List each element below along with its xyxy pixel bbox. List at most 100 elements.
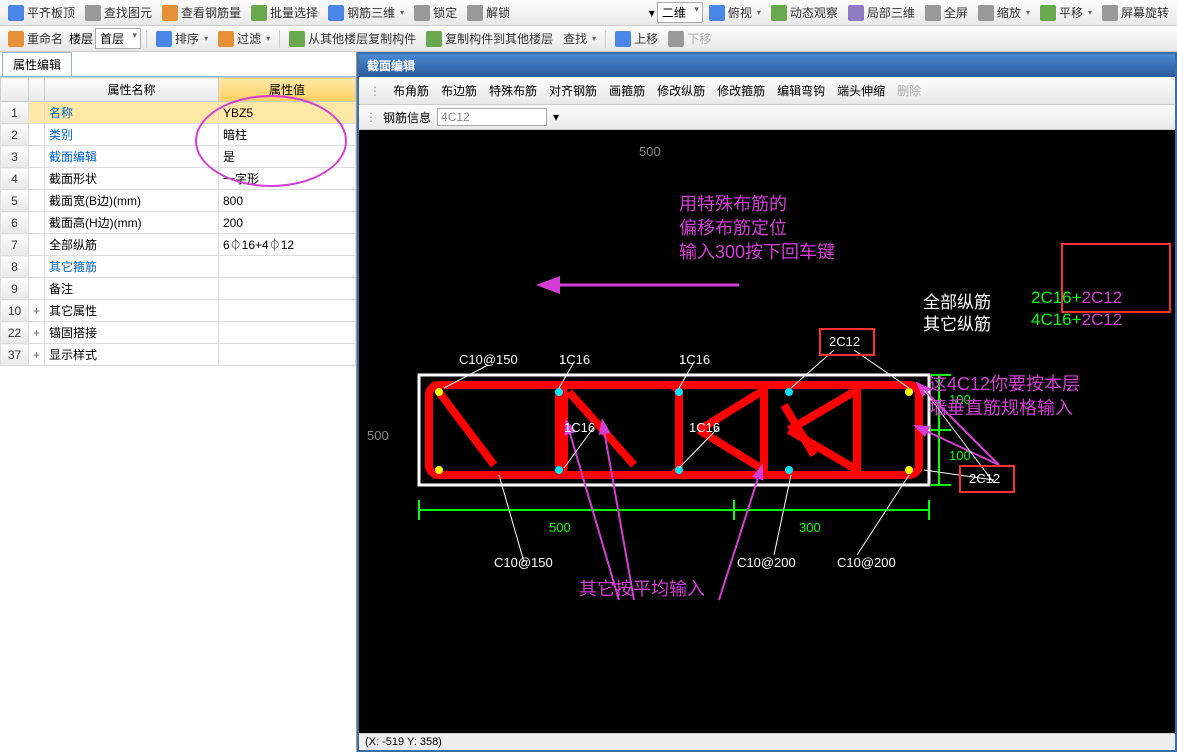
dim-100-2: 100 <box>949 448 971 463</box>
property-row[interactable]: 22+锚固搭接 <box>1 322 356 344</box>
top-view-button[interactable]: 俯视▾ <box>705 2 765 23</box>
property-row[interactable]: 6截面高(H边)(mm)200 <box>1 212 356 234</box>
filter-button[interactable]: 过滤▾ <box>214 28 274 49</box>
move-up-button[interactable]: 上移 <box>611 28 662 49</box>
note-4c12-1: 这4C12你要按本层 <box>929 370 1080 396</box>
copy-to-button[interactable]: 复制构件到其他楼层 <box>422 28 557 49</box>
copyfrom-icon <box>289 31 305 47</box>
lock-button[interactable]: 锁定 <box>410 2 461 23</box>
label-c10-150-top: C10@150 <box>459 352 518 367</box>
copyto-icon <box>426 31 442 47</box>
move-down-button[interactable]: 下移 <box>664 28 715 49</box>
copy-from-button[interactable]: 从其他楼层复制构件 <box>285 28 420 49</box>
label-other-longbar: 其它纵筋 <box>923 310 991 335</box>
search-icon <box>85 5 101 21</box>
property-row[interactable]: 9备注 <box>1 278 356 300</box>
col-attr-name: 属性名称 <box>45 78 219 102</box>
sort-icon <box>156 31 172 47</box>
lock-icon <box>414 5 430 21</box>
property-row[interactable]: 8其它箍筋 <box>1 256 356 278</box>
note-special-bar-1: 用特殊布筋的 <box>679 190 787 216</box>
label-1c16-top-2: 1C16 <box>679 352 710 367</box>
property-row[interactable]: 10+其它属性 <box>1 300 356 322</box>
local-3d-button[interactable]: 局部三维 <box>844 2 919 23</box>
batch-select-button[interactable]: 批量选择 <box>247 2 322 23</box>
property-row[interactable]: 3截面编辑是 <box>1 146 356 168</box>
note-special-bar-3: 输入300按下回车键 <box>679 238 835 264</box>
rename-button[interactable]: 重命名 <box>4 28 67 49</box>
label-1c16-mid-2: 1C16 <box>689 420 720 435</box>
pan-icon <box>1040 5 1056 21</box>
dropdown-icon[interactable]: ▾ <box>553 110 559 124</box>
label-c10-200-2: C10@200 <box>837 555 896 570</box>
spec-row-2: 4C16+2C12 <box>1031 310 1122 330</box>
label-2c12-bot: 2C12 <box>969 471 1000 486</box>
dim-500: 500 <box>549 520 571 535</box>
orbit-button[interactable]: 动态观察 <box>767 2 842 23</box>
property-row[interactable]: 1名称YBZ5 <box>1 102 356 124</box>
zoom-button[interactable]: 缩放▾ <box>974 2 1034 23</box>
rotate-icon <box>1102 5 1118 21</box>
align-top-button[interactable]: 平齐板顶 <box>4 2 79 23</box>
corner-bar-button[interactable]: 布角筋 <box>389 80 433 101</box>
floor-label: 楼层 <box>69 30 93 47</box>
label-2c12-top: 2C12 <box>829 334 860 349</box>
section-toolbar: ⋮ 布角筋 布边筋 特殊布筋 对齐钢筋 画箍筋 修改纵筋 修改箍筋 编辑弯钩 端… <box>359 77 1175 105</box>
section-editor-title: 截面编辑 <box>359 54 1175 77</box>
find-button[interactable]: 查找▾ <box>559 28 600 49</box>
find-element-button[interactable]: 查找图元 <box>81 2 156 23</box>
filter-icon <box>218 31 234 47</box>
edit-long-bar-button[interactable]: 修改纵筋 <box>653 80 709 101</box>
dim-300: 300 <box>799 520 821 535</box>
3d-icon <box>328 5 344 21</box>
property-row[interactable]: 37+显示样式 <box>1 344 356 366</box>
label-1c16-top-1: 1C16 <box>559 352 590 367</box>
rename-icon <box>8 31 24 47</box>
rebar-icon <box>162 5 178 21</box>
property-tab-bar: 属性编辑 <box>0 52 356 77</box>
note-special-bar-2: 偏移布筋定位 <box>679 214 787 240</box>
property-row[interactable]: 4截面形状一字形 <box>1 168 356 190</box>
section-editor-panel: 截面编辑 ⋮ 布角筋 布边筋 特殊布筋 对齐钢筋 画箍筋 修改纵筋 修改箍筋 编… <box>357 52 1177 752</box>
property-panel: 属性编辑 属性名称 属性值 1名称YBZ52类别暗柱3截面编辑是4截面形状一字形… <box>0 52 357 752</box>
fullscreen-icon <box>925 5 941 21</box>
fullscreen-button[interactable]: 全屏 <box>921 2 972 23</box>
section-canvas[interactable]: 500 500 <box>359 130 1175 733</box>
zoom-icon <box>978 5 994 21</box>
main-toolbar-2: 重命名 楼层 首层 排序▾ 过滤▾ 从其他楼层复制构件 复制构件到其他楼层 查找… <box>0 26 1177 52</box>
up-icon <box>615 31 631 47</box>
topview-icon <box>709 5 725 21</box>
rebar-info-input[interactable] <box>437 108 547 126</box>
special-bar-button[interactable]: 特殊布筋 <box>485 80 541 101</box>
pan-button[interactable]: 平移▾ <box>1036 2 1096 23</box>
col-attr-value: 属性值 <box>218 78 355 102</box>
down-icon <box>668 31 684 47</box>
rebar-info-bar: ⋮ 钢筋信息 ▾ <box>359 105 1175 130</box>
delete-button[interactable]: 删除 <box>893 80 925 101</box>
screen-rotate-button[interactable]: 屏幕旋转 <box>1098 2 1173 23</box>
floor-combo[interactable]: 首层 <box>95 28 141 49</box>
view-rebar-button[interactable]: 查看钢筋量 <box>158 2 245 23</box>
property-row[interactable]: 5截面宽(B边)(mm)800 <box>1 190 356 212</box>
align-icon <box>8 5 24 21</box>
draw-stirrup-button[interactable]: 画箍筋 <box>605 80 649 101</box>
status-bar: (X: -519 Y: 358) <box>359 733 1175 750</box>
local3d-icon <box>848 5 864 21</box>
end-extend-button[interactable]: 端头伸缩 <box>833 80 889 101</box>
view-mode-combo[interactable]: 二维 <box>657 2 703 23</box>
label-c10-150-bot: C10@150 <box>494 555 553 570</box>
unlock-button[interactable]: 解锁 <box>463 2 514 23</box>
rebar-3d-button[interactable]: 钢筋三维▾ <box>324 2 408 23</box>
property-row[interactable]: 7全部纵筋6⏀16+4⏀12 <box>1 234 356 256</box>
edge-bar-button[interactable]: 布边筋 <box>437 80 481 101</box>
property-edit-tab[interactable]: 属性编辑 <box>2 52 72 76</box>
sort-button[interactable]: 排序▾ <box>152 28 212 49</box>
property-grid[interactable]: 属性名称 属性值 1名称YBZ52类别暗柱3截面编辑是4截面形状一字形5截面宽(… <box>0 77 356 752</box>
label-1c16-mid-1: 1C16 <box>564 420 595 435</box>
align-bar-button[interactable]: 对齐钢筋 <box>545 80 601 101</box>
chevron-down-icon[interactable]: ▾ <box>649 6 655 20</box>
rebar-info-label: 钢筋信息 <box>383 109 431 126</box>
property-row[interactable]: 2类别暗柱 <box>1 124 356 146</box>
edit-hook-button[interactable]: 编辑弯钩 <box>773 80 829 101</box>
edit-stirrup-button[interactable]: 修改箍筋 <box>713 80 769 101</box>
